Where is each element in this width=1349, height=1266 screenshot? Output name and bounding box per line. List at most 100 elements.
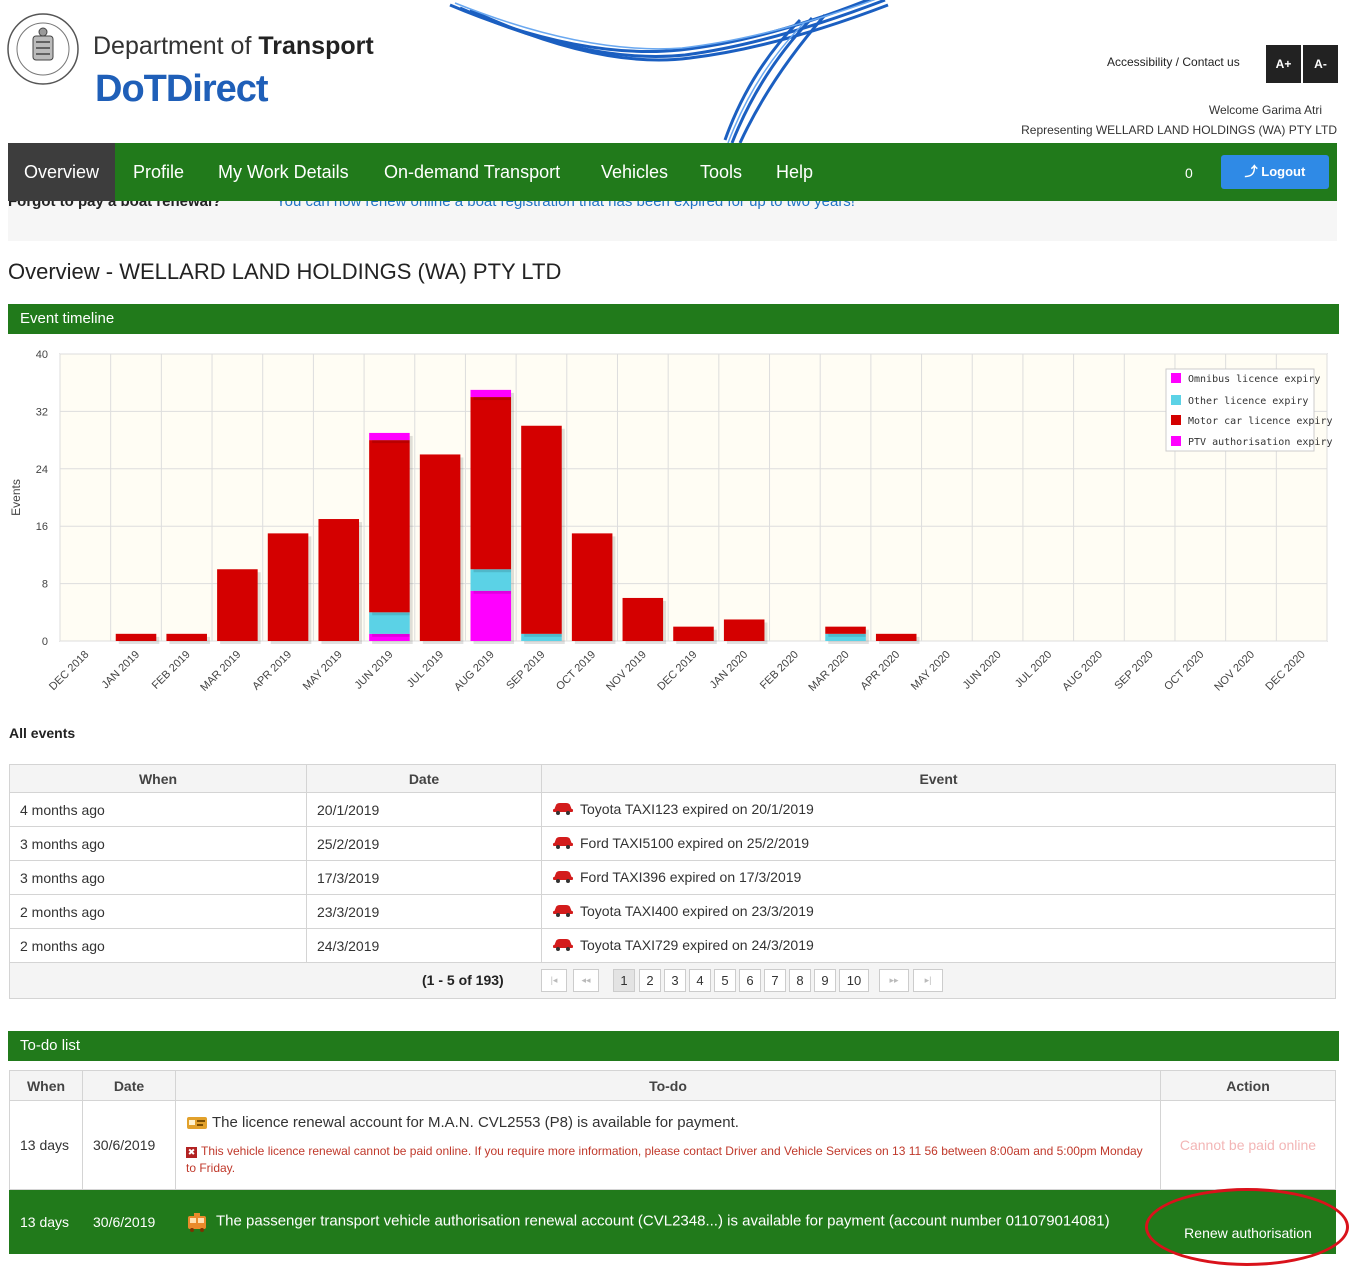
nav-my-work-details[interactable]: My Work Details	[218, 143, 349, 201]
pager-row: (1 - 5 of 193) |◂ ◂◂ 1 2 3 4 5 6 7 8 9 1…	[9, 962, 1336, 999]
y-tick-label: 8	[42, 579, 48, 591]
x-tick-label: JUL 2019	[405, 649, 446, 690]
cell-event: Ford TAXI396 expired on 17/3/2019	[541, 860, 1336, 895]
todo-when: 13 days	[9, 1100, 83, 1190]
todo-main-text: The licence renewal account for M.A.N. C…	[212, 1113, 739, 1131]
event-text: Toyota TAXI123 expired on 20/1/2019	[580, 800, 814, 817]
x-tick-label: NOV 2020	[1212, 649, 1257, 694]
logout-icon: ⤴	[1244, 164, 1258, 179]
first-page-button[interactable]: |◂	[541, 969, 567, 992]
bar-segment	[723, 619, 765, 641]
next-page-button[interactable]: ▸▸	[879, 969, 909, 992]
nav-help[interactable]: Help	[776, 143, 813, 201]
legend-label: PTV authorisation expiry	[1188, 437, 1333, 448]
car-icon	[552, 869, 574, 886]
page-4-button[interactable]: 4	[689, 969, 711, 992]
bar-segment	[419, 454, 461, 641]
x-tick-label: APR 2020	[858, 649, 902, 693]
cannot-pay-text: Cannot be paid online	[1179, 1137, 1317, 1153]
event-timeline-chart: 0 8 16 24 32 40 Events DEC 2018 JAN 2019 FEB 2019…	[8, 334, 1339, 724]
nav-overview[interactable]: Overview	[8, 143, 116, 201]
events-table: When Date Event 4 months ago 20/1/2019 T…	[9, 764, 1336, 999]
table-row[interactable]: 3 months ago 17/3/2019 Ford TAXI396 expi…	[9, 860, 1336, 895]
x-tick-label: DEC 2020	[1263, 649, 1307, 693]
last-page-button[interactable]: ▸|	[913, 969, 943, 992]
cell-when: 2 months ago	[9, 894, 307, 929]
nav-vehicles[interactable]: Vehicles	[601, 143, 668, 201]
page-1-button[interactable]: 1	[613, 969, 635, 992]
legend-swatch	[1171, 436, 1181, 446]
cell-when: 2 months ago	[9, 928, 307, 963]
x-tick-label: FEB 2019	[150, 649, 193, 692]
logout-button[interactable]: ⤴ Logout	[1221, 155, 1329, 189]
bar-segment	[470, 569, 512, 591]
bar-segment	[470, 397, 512, 570]
car-icon	[552, 937, 574, 954]
page-2-button[interactable]: 2	[639, 969, 661, 992]
cell-when: 4 months ago	[9, 792, 307, 827]
cell-date: 20/1/2019	[306, 792, 542, 827]
welcome-text: Welcome Garima Atri	[1208, 103, 1322, 117]
prev-page-button[interactable]: ◂◂	[573, 969, 599, 992]
x-tick-label: NOV 2019	[604, 649, 649, 694]
bar-segment	[622, 597, 664, 641]
y-tick-label: 24	[36, 464, 48, 476]
dotdirect-logo[interactable]: DoTDirect	[95, 68, 269, 111]
todo-error: ✖ This vehicle licence renewal cannot be …	[186, 1143, 1150, 1177]
bar-segment	[369, 432, 410, 441]
col-date[interactable]: Date	[306, 764, 542, 793]
all-events-heading: All events	[9, 725, 76, 741]
bar-segment	[166, 633, 207, 641]
bar-segment	[470, 590, 512, 641]
cart-count[interactable]: 0	[1185, 165, 1193, 181]
page-5-button[interactable]: 5	[714, 969, 736, 992]
page-title: Overview - WELLARD LAND HOLDINGS (WA) PT…	[8, 259, 562, 284]
highlight-circle-annotation	[1145, 1188, 1349, 1266]
page-3-button[interactable]: 3	[664, 969, 686, 992]
x-tick-label: SEP 2020	[1112, 649, 1155, 692]
bar-segment	[318, 519, 360, 641]
table-row[interactable]: 3 months ago 25/2/2019 Ford TAXI5100 exp…	[9, 826, 1336, 861]
nav-profile[interactable]: Profile	[133, 143, 184, 201]
todo-action-cell: Cannot be paid online	[1160, 1100, 1336, 1190]
page-9-button[interactable]: 9	[814, 969, 836, 992]
event-text: Toyota TAXI400 expired on 23/3/2019	[580, 902, 814, 919]
table-row[interactable]: 4 months ago 20/1/2019 Toyota TAXI123 ex…	[9, 792, 1336, 827]
y-tick-label: 0	[42, 636, 48, 648]
nav-on-demand-transport[interactable]: On-demand Transport	[384, 143, 560, 201]
event-text: Toyota TAXI729 expired on 24/3/2019	[580, 936, 814, 953]
x-tick-label: FEB 2020	[758, 649, 801, 692]
cell-event: Toyota TAXI400 expired on 23/3/2019	[541, 894, 1336, 929]
col-event[interactable]: Event	[541, 764, 1336, 793]
page-8-button[interactable]: 8	[789, 969, 811, 992]
increase-font-button[interactable]: A+	[1266, 45, 1301, 83]
col-when[interactable]: When	[9, 764, 307, 793]
cell-date: 23/3/2019	[306, 894, 542, 929]
todo-row-highlighted[interactable]: 13 days 30/6/2019 The passenger transpor…	[9, 1189, 1336, 1254]
car-icon	[552, 801, 574, 818]
page-7-button[interactable]: 7	[764, 969, 786, 992]
cell-event: Toyota TAXI729 expired on 24/3/2019	[541, 928, 1336, 963]
chart-svg: 0 8 16 24 32 40 Events DEC 2018 JAN 2019 FEB 2019…	[9, 349, 1333, 694]
bar-segment	[875, 633, 917, 641]
table-row[interactable]: 2 months ago 24/3/2019 Toyota TAXI729 ex…	[9, 928, 1336, 963]
bar-segment	[217, 569, 258, 641]
nav-tools[interactable]: Tools	[700, 143, 742, 201]
event-text: Ford TAXI5100 expired on 25/2/2019	[580, 834, 810, 851]
notice-link[interactable]: You can now renew online a boat registra…	[276, 201, 855, 210]
x-tick-label: JAN 2019	[99, 649, 142, 692]
cell-when: 3 months ago	[9, 860, 307, 895]
licence-card-icon	[186, 1114, 212, 1131]
bar-segment	[825, 626, 866, 634]
main-nav: Overview Profile My Work Details On-dema…	[8, 143, 1337, 201]
notice-strip: Forgot to pay a boat renewal? You can no…	[8, 201, 1337, 241]
bar-segment	[673, 626, 714, 641]
page-6-button[interactable]: 6	[739, 969, 761, 992]
y-tick-label: 16	[36, 521, 48, 533]
accessibility-contact-link[interactable]: Accessibility / Contact us	[1107, 55, 1240, 69]
page-10-button[interactable]: 10	[839, 969, 869, 992]
todo-heading: To-do list	[8, 1031, 1339, 1061]
error-icon: ✖	[186, 1146, 197, 1158]
decrease-font-button[interactable]: A-	[1303, 45, 1338, 83]
table-row[interactable]: 2 months ago 23/3/2019 Toyota TAXI400 ex…	[9, 894, 1336, 929]
